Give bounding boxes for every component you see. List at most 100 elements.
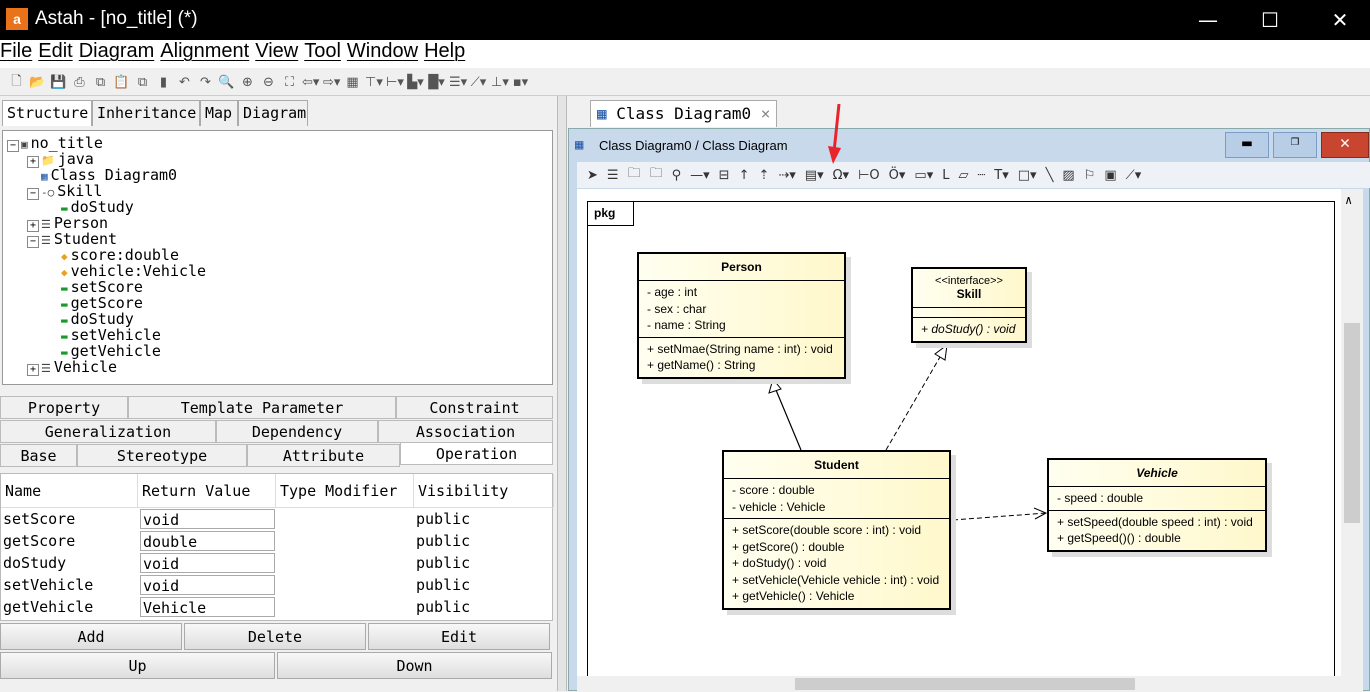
attribute[interactable]: - vehicle : Vehicle [732, 499, 941, 516]
scroll-thumb[interactable] [1344, 323, 1360, 523]
close-button[interactable]: ✕ [1320, 6, 1360, 34]
hscroll-thumb[interactable] [795, 678, 1135, 690]
template-icon[interactable]: ▤▾ [805, 168, 824, 183]
return-value-field[interactable]: void [140, 553, 275, 573]
object-icon[interactable]: Ö▾ [889, 168, 906, 183]
tab-class-diagram0[interactable]: ▦ Class Diagram0 × [590, 100, 778, 127]
provided-interface-icon[interactable]: ⊢O [858, 168, 880, 183]
tab-template-parameter[interactable]: Template Parameter [128, 396, 396, 419]
realization-icon[interactable]: ⇡ [758, 168, 769, 183]
tree-item[interactable]: ▬ getVehicle [47, 343, 161, 359]
tab-association[interactable]: Association [378, 420, 553, 443]
tab-operation[interactable]: Operation [400, 442, 553, 465]
tree-item[interactable]: ◆ score:double [47, 247, 179, 263]
class-skill[interactable]: <<interface>> Skill + doStudy() : void [911, 267, 1027, 343]
association-class-icon[interactable]: ⊟ [719, 168, 730, 183]
align-left-icon[interactable]: ⊢▾ [386, 75, 404, 90]
inner-minimize-button[interactable]: ▬ [1225, 132, 1269, 158]
generalization-icon[interactable]: ↑ [739, 168, 750, 183]
menu-alignment[interactable]: Alignment [160, 40, 249, 62]
expand-toggle-icon[interactable]: − [7, 140, 19, 152]
copy-diagram-icon[interactable]: ⧉ [134, 75, 151, 90]
menu-tool[interactable]: Tool [304, 40, 341, 62]
tab-attribute[interactable]: Attribute [247, 444, 400, 467]
attribute[interactable]: - score : double [732, 482, 941, 499]
tab-generalization[interactable]: Generalization [0, 420, 216, 443]
menu-file[interactable]: File [0, 40, 32, 62]
close-tab-icon[interactable]: × [761, 104, 771, 123]
line-style-icon[interactable]: ⟋▾ [470, 75, 487, 90]
return-value-field[interactable]: void [140, 509, 275, 529]
expand-toggle-icon[interactable]: + [27, 364, 39, 376]
tab-stereotype[interactable]: Stereotype [77, 444, 247, 467]
group-icon[interactable]: ▪▾ [512, 75, 529, 90]
tree-item[interactable]: ▬ doStudy [47, 199, 134, 215]
return-value-field[interactable]: Vehicle [140, 597, 275, 617]
zoom-out-icon[interactable]: ⊖ [260, 75, 277, 90]
line-icon[interactable]: ╲ [1046, 168, 1054, 183]
menu-help[interactable]: Help [424, 40, 465, 62]
operation[interactable]: + setSpeed(double speed : int) : void [1057, 514, 1257, 531]
copy-icon[interactable]: ⧉ [92, 75, 109, 90]
tree-item[interactable]: − -○ Skill [27, 183, 102, 200]
tree-item[interactable]: − ▣ no_title [7, 135, 103, 152]
pin-icon[interactable]: ⚐ [1084, 168, 1096, 183]
operation[interactable]: + getVehicle() : Vehicle [732, 588, 941, 605]
text-icon[interactable]: T▾ [994, 168, 1008, 183]
tree-item[interactable]: ▬ getScore [47, 295, 143, 311]
delete-button[interactable]: Delete [184, 623, 366, 650]
image-icon[interactable]: ▨ [1062, 168, 1074, 183]
new-icon[interactable]: 🗋 [8, 72, 25, 94]
diagram-canvas[interactable]: pkg Person - age : int - sex : char - name … [577, 189, 1341, 676]
operation[interactable]: + doStudy() : void [921, 321, 1017, 338]
note-anchor-icon[interactable]: ┈ [977, 168, 985, 183]
back-icon[interactable]: ⇦▾ [302, 75, 319, 90]
paste-diagram-icon[interactable]: ▮ [155, 75, 172, 90]
required-interface-icon[interactable]: Ω▾ [833, 168, 849, 183]
zoom-icon[interactable]: 🔍 [218, 75, 235, 90]
menu-edit[interactable]: Edit [38, 40, 72, 62]
forward-icon[interactable]: ⇨▾ [323, 75, 340, 90]
tab-structure[interactable]: Structure [2, 100, 92, 126]
minimize-button[interactable]: — [1188, 6, 1228, 34]
attribute[interactable]: - speed : double [1057, 490, 1257, 507]
print-icon[interactable]: ⎙ [71, 75, 88, 90]
tree-item[interactable]: + ☰ Person [27, 215, 108, 232]
package-icon[interactable]: 🗀 [628, 164, 641, 186]
maximize-button[interactable]: ☐ [1250, 6, 1290, 34]
tree-item[interactable]: ▬ setScore [47, 279, 143, 295]
open-icon[interactable]: 📂 [29, 75, 46, 90]
class-icon[interactable]: ☰ [607, 168, 619, 183]
tree-item[interactable]: ▬ doStudy [47, 311, 134, 327]
tab-base[interactable]: Base [0, 444, 77, 467]
menu-window[interactable]: Window [347, 40, 418, 62]
tree-item[interactable]: ▦ Class Diagram0 [27, 167, 177, 183]
subsystem-icon[interactable]: 🗀 [650, 164, 663, 186]
operation[interactable]: + doStudy() : void [732, 555, 941, 572]
column-header-name[interactable]: Name [1, 474, 138, 508]
tree-item[interactable]: + 📁 java [27, 151, 94, 168]
note-icon[interactable]: ▱ [958, 168, 968, 183]
class-person[interactable]: Person - age : int - sex : char - name : St… [637, 252, 846, 379]
tab-constraint[interactable]: Constraint [396, 396, 553, 419]
attribute[interactable]: - sex : char [647, 301, 836, 318]
layout-icon[interactable]: ⊥▾ [491, 75, 509, 90]
scroll-up-icon[interactable]: ∧ [1345, 193, 1352, 207]
dependency-icon[interactable]: ⇢▾ [778, 168, 795, 183]
save-icon[interactable]: 💾 [50, 75, 67, 90]
class-student[interactable]: Student - score : double - vehicle : Vehic… [722, 450, 951, 610]
attribute-icon[interactable]: ▭▾ [914, 168, 933, 183]
class-vehicle[interactable]: Vehicle - speed : double + setSpeed(double… [1047, 458, 1267, 552]
inner-restore-button[interactable]: ❐ [1273, 132, 1317, 158]
tab-inheritance[interactable]: Inheritance [92, 100, 200, 126]
fit-icon[interactable]: ⛶ [281, 75, 298, 90]
menu-diagram[interactable]: Diagram [79, 40, 155, 62]
tab-property[interactable]: Property [0, 396, 128, 419]
tree-item[interactable]: ▬ setVehicle [47, 327, 161, 343]
redo-icon[interactable]: ↷ [197, 75, 214, 90]
expand-toggle-icon[interactable]: − [27, 236, 39, 248]
operation[interactable]: + setNmae(String name : int) : void [647, 341, 836, 358]
size-icon[interactable]: ▙▾ [407, 75, 424, 90]
interface-lollipop-icon[interactable]: ⚲ [672, 168, 682, 183]
add-button[interactable]: Add [0, 623, 182, 650]
